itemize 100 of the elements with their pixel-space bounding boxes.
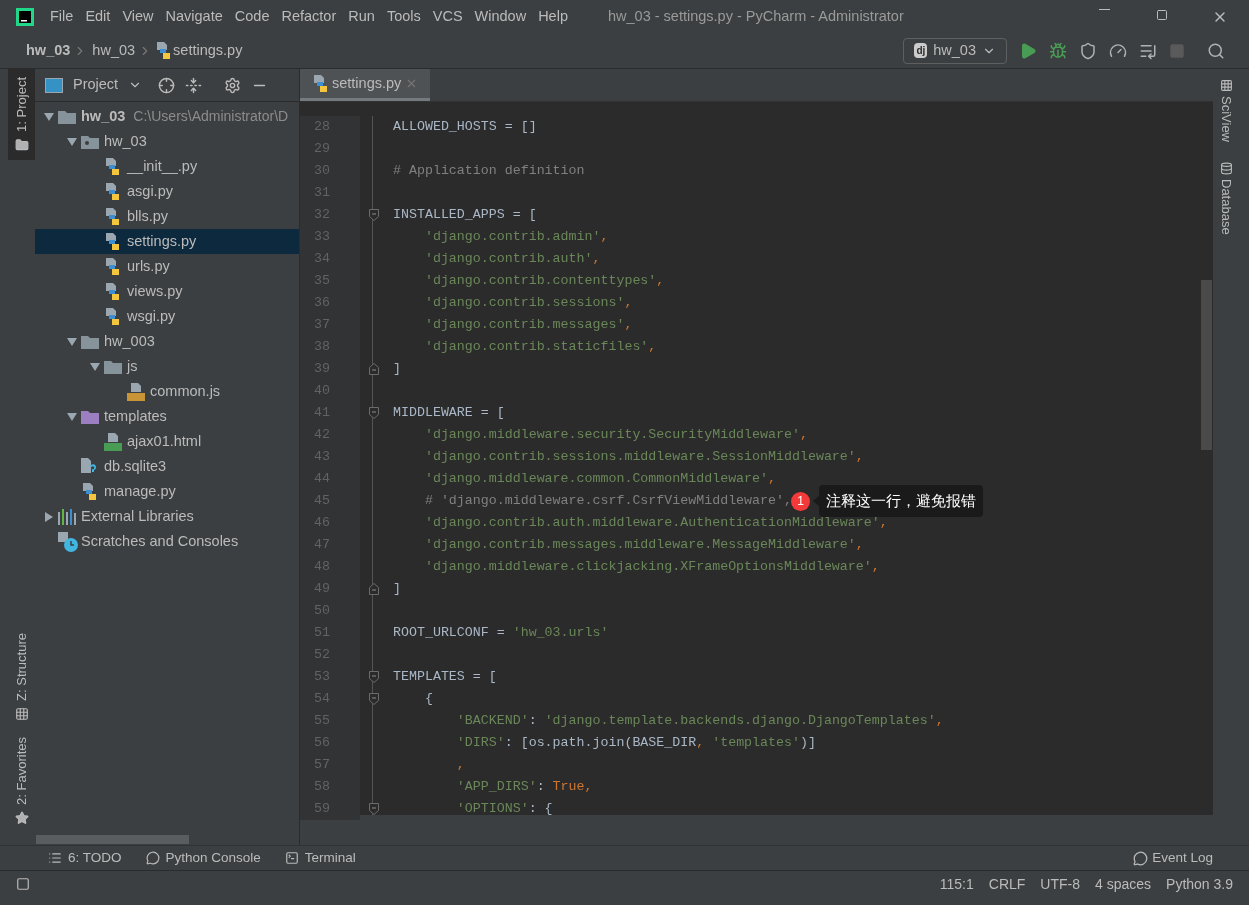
- coverage-icon[interactable]: [1079, 41, 1097, 60]
- status-item[interactable]: UTF-8: [1040, 873, 1080, 895]
- collapsed-arrow-icon[interactable]: [43, 511, 54, 522]
- fold-end-marker-icon[interactable]: [369, 583, 379, 595]
- menu-item[interactable]: Tools: [380, 5, 427, 28]
- folder-icon: [81, 334, 99, 349]
- tool-window-button[interactable]: Terminal: [284, 847, 356, 869]
- tree-item[interactable]: common.js: [35, 379, 299, 404]
- menu-item[interactable]: VCS: [426, 5, 469, 28]
- tree-item[interactable]: hw_03: [35, 129, 299, 154]
- tree-item[interactable]: js: [35, 354, 299, 379]
- menu-item[interactable]: Help: [532, 5, 574, 28]
- run-icon[interactable]: [1019, 41, 1037, 60]
- tool-window-tab[interactable]: SciView: [1216, 79, 1237, 142]
- fold-marker-icon[interactable]: [369, 671, 379, 683]
- python-file-icon: [312, 74, 328, 93]
- tool-window-tab[interactable]: Z: Structure: [8, 625, 35, 730]
- tree-item[interactable]: hw_003: [35, 329, 299, 354]
- tree-item[interactable]: asgi.py: [35, 179, 299, 204]
- expanded-arrow-icon[interactable]: [66, 136, 77, 147]
- menu-item[interactable]: File: [44, 5, 80, 28]
- locate-icon[interactable]: [158, 76, 176, 94]
- expanded-arrow-icon[interactable]: [43, 111, 54, 122]
- annotation-label: 注释这一行，避免报错: [819, 484, 983, 518]
- code-line: 'django.contrib.auth',: [423, 250, 601, 269]
- status-item[interactable]: CRLF: [988, 873, 1026, 895]
- grid-icon: [1220, 79, 1233, 92]
- fold-marker-icon[interactable]: [369, 209, 379, 221]
- code-line: ]: [393, 360, 401, 379]
- tree-item[interactable]: __init__.py: [35, 154, 299, 179]
- menu-item[interactable]: Run: [342, 5, 381, 28]
- tree-item[interactable]: wsgi.py: [35, 304, 299, 329]
- code-line: 'django.contrib.admin',: [423, 228, 609, 247]
- menu-item[interactable]: Edit: [79, 5, 117, 28]
- tree-item-label: settings.py: [127, 231, 197, 251]
- fold-marker-icon[interactable]: [369, 693, 379, 705]
- project-view-icon: [45, 77, 63, 93]
- status-item[interactable]: Python 3.9: [1166, 873, 1233, 895]
- code-line: TEMPLATES = [: [393, 668, 497, 687]
- menu-item[interactable]: Refactor: [275, 5, 343, 28]
- tree-item-path: C:\Users\Administrator\D: [133, 107, 289, 126]
- menu-item[interactable]: Navigate: [159, 5, 229, 28]
- tool-window-button[interactable]: Python Console: [145, 847, 261, 869]
- expanded-arrow-icon[interactable]: [89, 361, 100, 372]
- fold-marker-icon[interactable]: [369, 803, 379, 815]
- tool-window-tab[interactable]: 1: Project: [8, 69, 35, 160]
- vertical-scrollbar[interactable]: [1201, 280, 1212, 450]
- menu-item[interactable]: Window: [468, 5, 533, 28]
- package-folder-icon: [81, 134, 99, 149]
- star-icon: [14, 811, 29, 825]
- tree-item[interactable]: views.py: [35, 279, 299, 304]
- maximize-icon: [1156, 8, 1168, 21]
- profile-icon[interactable]: [1109, 41, 1127, 60]
- tree-item[interactable]: settings.py: [35, 229, 299, 254]
- folder-icon: [104, 359, 122, 374]
- tool-window-button[interactable]: 6: TODO: [48, 847, 122, 869]
- collapse-all-icon[interactable]: [185, 76, 203, 94]
- breadcrumb[interactable]: hw_03: [92, 39, 136, 62]
- expanded-arrow-icon[interactable]: [66, 336, 77, 347]
- tool-window-tab[interactable]: Database: [1216, 162, 1237, 235]
- breadcrumb[interactable]: settings.py: [173, 39, 243, 62]
- horizontal-scrollbar[interactable]: [36, 834, 189, 844]
- code-line: 'django.contrib.sessions.middleware.SessionMiddleware',: [423, 448, 864, 467]
- panel-title[interactable]: Project: [73, 74, 119, 96]
- python-file-icon: [104, 157, 120, 176]
- tree-item[interactable]: Scratches and Consoles: [35, 529, 299, 554]
- layout-toggle-icon[interactable]: [16, 877, 30, 891]
- event-log-button[interactable]: Event Log: [1133, 847, 1213, 869]
- expanded-arrow-icon[interactable]: [66, 411, 77, 422]
- structure-icon: [14, 707, 29, 722]
- status-item[interactable]: 115:1: [939, 873, 974, 895]
- tree-item[interactable]: blls.py: [35, 204, 299, 229]
- fold-end-marker-icon[interactable]: [369, 363, 379, 375]
- tree-item-label: __init__.py: [127, 156, 198, 176]
- tree-item[interactable]: db.sqlite3: [35, 454, 299, 479]
- tool-window-tab[interactable]: 2: Favorites: [8, 729, 35, 833]
- search-icon[interactable]: [1207, 41, 1225, 60]
- menu-item[interactable]: View: [116, 5, 160, 28]
- settings-icon[interactable]: [224, 76, 242, 94]
- tree-item[interactable]: hw_03 C:\Users\Administrator\D: [35, 104, 299, 129]
- menu-item[interactable]: Code: [228, 5, 276, 28]
- code-line: {: [423, 690, 433, 709]
- unknown-file-icon: [81, 457, 97, 476]
- fold-marker-icon[interactable]: [369, 407, 379, 419]
- editor-tab[interactable]: settings.py: [300, 69, 431, 101]
- tree-item[interactable]: urls.py: [35, 254, 299, 279]
- tree-item-label: Scratches and Consoles: [81, 531, 239, 551]
- tree-item-label: hw_03: [104, 131, 147, 151]
- minimize-icon: [1098, 8, 1110, 10]
- breadcrumb[interactable]: hw_03: [26, 39, 71, 62]
- tree-item[interactable]: templates: [35, 404, 299, 429]
- code-line: INSTALLED_APPS = [: [393, 206, 537, 225]
- tree-item[interactable]: External Libraries: [35, 504, 299, 529]
- run-configuration-dropdown[interactable]: dj hw_03: [903, 37, 1007, 64]
- code-line: # Application definition: [393, 162, 585, 181]
- debug-icon[interactable]: [1049, 41, 1067, 60]
- status-item[interactable]: 4 spaces: [1095, 873, 1152, 895]
- tree-item[interactable]: ajax01.html: [35, 429, 299, 454]
- python-file-icon: [104, 282, 120, 301]
- tree-item[interactable]: manage.py: [35, 479, 299, 504]
